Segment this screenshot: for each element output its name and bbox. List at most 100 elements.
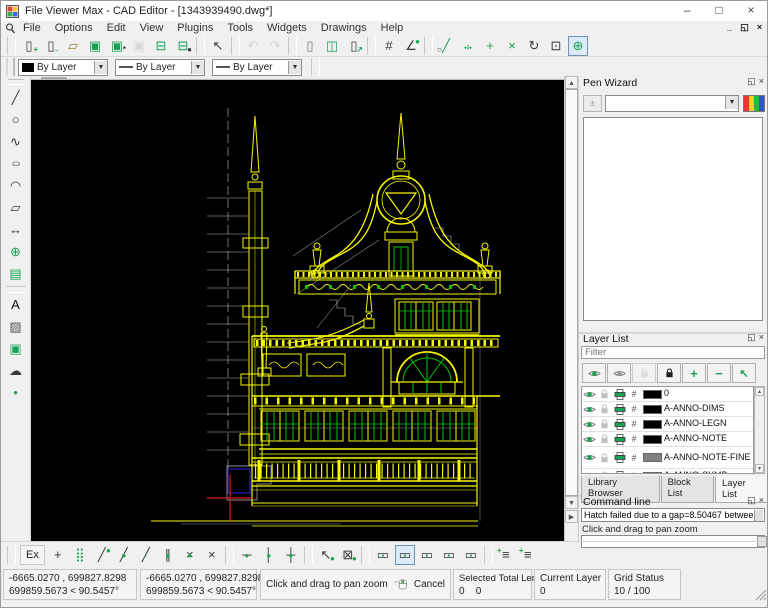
crosshair-toggle-button[interactable]: +: [48, 545, 68, 565]
chevron-down-icon[interactable]: ▼: [94, 61, 107, 74]
pick-point-button[interactable]: ↖●: [316, 545, 336, 565]
lock-all-layers-button[interactable]: [657, 363, 681, 383]
zoom-previous-button[interactable]: ×: [502, 36, 522, 56]
grid-toggle-button[interactable]: #: [379, 36, 399, 56]
line-tool-button[interactable]: ╱: [6, 88, 26, 108]
menu-drawings[interactable]: Drawings: [314, 21, 374, 35]
layer-color-swatch[interactable]: [643, 453, 662, 462]
save-button[interactable]: ▣: [85, 36, 105, 56]
print-button[interactable]: ⊟: [151, 36, 171, 56]
hatch-tool-button[interactable]: ▨: [6, 317, 26, 337]
lineweight-combo[interactable]: By Layer ▼: [212, 59, 302, 76]
layer-color-swatch[interactable]: [643, 420, 662, 429]
layer-visible-icon[interactable]: [582, 453, 597, 462]
layer-print-icon[interactable]: [612, 434, 627, 445]
layer-row[interactable]: #A-ANNO-NOTE: [582, 432, 753, 447]
track-vertical-button[interactable]: │●: [259, 545, 279, 565]
set-current-layer-button[interactable]: ↖: [732, 363, 756, 383]
layer-color-swatch[interactable]: [643, 472, 662, 475]
layer-hash-icon[interactable]: #: [627, 419, 641, 429]
layer-visible-icon[interactable]: [582, 405, 597, 414]
menu-edit[interactable]: Edit: [100, 21, 133, 35]
layer-row[interactable]: #A-ANNO-LEGN: [582, 417, 753, 432]
pen-spin-button[interactable]: ±: [583, 95, 602, 112]
ellipse-tool-button[interactable]: ○: [6, 154, 26, 174]
scroll-down-button[interactable]: ▼: [755, 464, 764, 473]
extents-mode-button[interactable]: Ex: [20, 545, 45, 565]
mdi-minimize-button[interactable]: _: [722, 21, 737, 34]
layer-list-scrollbar[interactable]: ▲ ▼: [754, 386, 765, 474]
layer-visible-icon[interactable]: [582, 472, 597, 475]
layer-hash-icon[interactable]: #: [627, 453, 641, 463]
view-center-button[interactable]: ▭▪: [461, 545, 481, 565]
toolbar-handle[interactable]: [6, 58, 15, 76]
layer-hash-icon[interactable]: #: [627, 434, 641, 444]
layer-lock-icon[interactable]: [597, 389, 612, 399]
menu-widgets[interactable]: Widgets: [260, 21, 314, 35]
close-panel-icon[interactable]: ×: [759, 76, 767, 86]
scroll-up-button[interactable]: ▲: [755, 387, 764, 396]
pen-list[interactable]: [583, 117, 763, 321]
layer-color-swatch[interactable]: [643, 405, 662, 414]
callout-tool-button[interactable]: ▱: [6, 198, 26, 218]
add-layout-button[interactable]: ≡+: [518, 545, 538, 565]
view-fit-button[interactable]: ▭▪: [395, 545, 415, 565]
menu-help[interactable]: Help: [374, 21, 411, 35]
export-drawing-button[interactable]: ▯↗: [344, 36, 364, 56]
add-layer-button[interactable]: +: [682, 363, 706, 383]
scroll-down-button[interactable]: ▼: [565, 496, 578, 509]
snap-nearest-button[interactable]: ╱◦: [136, 545, 156, 565]
revision-cloud-tool-button[interactable]: ☁: [6, 361, 26, 381]
freehand-draw-button[interactable]: ╱○: [436, 36, 456, 56]
close-panel-icon[interactable]: ×: [759, 332, 767, 342]
layer-color-swatch[interactable]: [643, 435, 662, 444]
show-all-layers-button[interactable]: [582, 363, 606, 383]
track-cross-button[interactable]: ┼●: [281, 545, 301, 565]
polyline-tool-button[interactable]: ∿: [6, 132, 26, 152]
select-button[interactable]: ↖: [208, 36, 228, 56]
open-folder-button[interactable]: ▱: [63, 36, 83, 56]
layer-filter-input[interactable]: [581, 346, 765, 359]
open-drawing-button[interactable]: ▯→: [41, 36, 61, 56]
history-scrollbar[interactable]: [754, 510, 763, 521]
layer-visible-icon[interactable]: [582, 435, 597, 444]
close-panel-icon[interactable]: ×: [759, 495, 767, 505]
color-combo[interactable]: By Layer ▼: [18, 59, 108, 76]
arc-tool-button[interactable]: ◠: [6, 176, 26, 196]
menu-file[interactable]: File: [16, 21, 48, 35]
layer-visible-icon[interactable]: [582, 390, 597, 399]
minimize-button[interactable]: –: [671, 1, 703, 20]
zoom-in-button[interactable]: +: [480, 36, 500, 56]
float-panel-icon[interactable]: ◱: [747, 76, 759, 86]
add-view-button[interactable]: ≡+: [496, 545, 516, 565]
snap-midpoint-button[interactable]: ╱●: [114, 545, 134, 565]
pen-combo[interactable]: ▼: [605, 95, 739, 112]
layer-print-icon[interactable]: [612, 419, 627, 430]
hide-all-layers-button[interactable]: [607, 363, 631, 383]
layer-hash-icon[interactable]: #: [627, 389, 641, 399]
point-tool-button[interactable]: ●: [6, 383, 26, 403]
center-mark-tool-button[interactable]: ⊕: [6, 242, 26, 262]
maximize-button[interactable]: □: [703, 1, 735, 20]
menu-tools[interactable]: Tools: [220, 21, 260, 35]
snap-endpoint-button[interactable]: ╱●: [92, 545, 112, 565]
linetype-combo[interactable]: By Layer ▼: [115, 59, 205, 76]
float-panel-icon[interactable]: ◱: [747, 495, 759, 505]
view-top-button[interactable]: ▭▪: [417, 545, 437, 565]
layer-print-icon[interactable]: [612, 471, 627, 475]
circle-tool-button[interactable]: ○: [6, 110, 26, 130]
pen-color-button[interactable]: [743, 95, 765, 112]
scroll-up-button[interactable]: ▲: [565, 76, 578, 89]
layer-hash-icon[interactable]: #: [627, 404, 641, 414]
layer-lock-icon[interactable]: [597, 404, 612, 414]
dimension-tool-button[interactable]: ↔: [6, 220, 26, 240]
snap-off-button[interactable]: ×: [202, 545, 222, 565]
view-full-button[interactable]: ▭▪: [373, 545, 393, 565]
quick-measure-button[interactable]: ∠●: [401, 36, 421, 56]
scroll-right-button[interactable]: ▶: [565, 510, 578, 523]
remove-layer-button[interactable]: −: [707, 363, 731, 383]
new-drawing-button[interactable]: ▯+: [19, 36, 39, 56]
resize-grip[interactable]: [755, 589, 767, 601]
orbit-button[interactable]: ↻: [524, 36, 544, 56]
page-setup-button[interactable]: ▯: [300, 36, 320, 56]
